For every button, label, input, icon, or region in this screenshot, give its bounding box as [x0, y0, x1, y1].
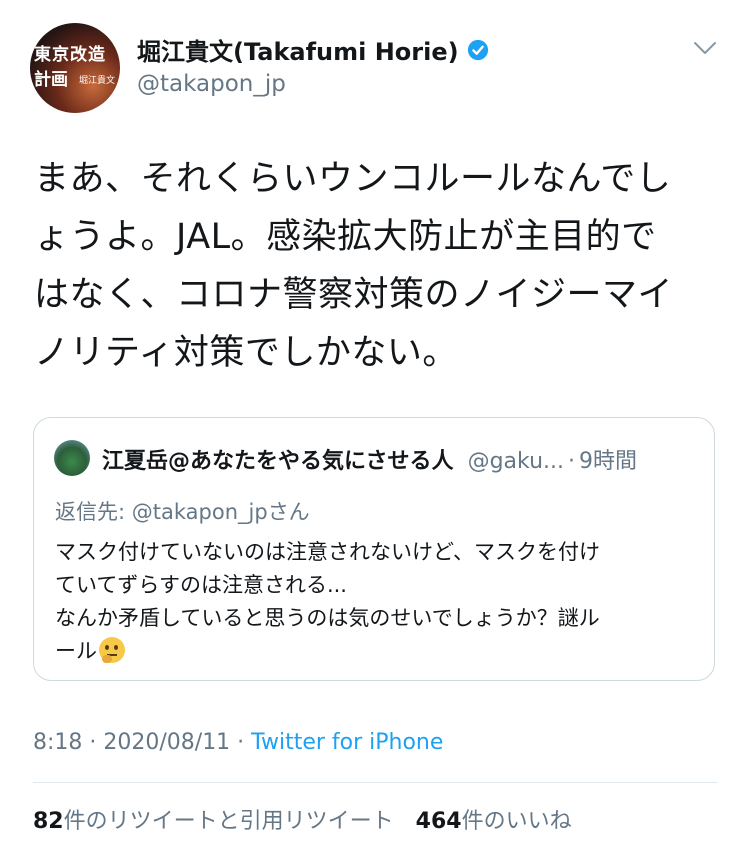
- retweet-label: 件のリツイートと引用リツイート: [63, 809, 394, 834]
- thinking-face-icon: [99, 637, 125, 663]
- divider: [33, 782, 718, 783]
- tweet-source-link[interactable]: Twitter for iPhone: [251, 730, 443, 755]
- tweet-text: まあ、それくらいウンコルールなんでし ょうよ。JAL。感染拡大防止が主目的で は…: [34, 159, 674, 373]
- tweet-stats: 82件のリツイートと引用リツイート 464件のいいね: [33, 803, 572, 835]
- retweet-count: 82: [33, 809, 64, 834]
- author-handle[interactable]: @takapon_jp: [137, 71, 286, 97]
- quoted-author-name: 江夏岳@あなたをやる気にさせる人: [102, 449, 454, 474]
- quoted-author-avatar[interactable]: [54, 440, 90, 476]
- quoted-tweet-text: マスク付けていないのは注意されないけど、マスクを付け ていてずらすのは注意される…: [55, 540, 600, 663]
- name-row: 堀江貴文(Takafumi Horie): [137, 32, 489, 67]
- chevron-down-icon[interactable]: [692, 38, 718, 58]
- quoted-tweet[interactable]: 江夏岳@あなたをやる気にさせる人 @gaku... · 9時間 返信先: @ta…: [33, 417, 715, 681]
- avatar-text-line1: 東京改造: [34, 45, 106, 65]
- quoted-author-handle: @gaku...: [467, 449, 564, 474]
- author-avatar[interactable]: 東京改造 計画 堀江貴文: [30, 23, 120, 113]
- reply-to-suffix: さん: [267, 500, 310, 524]
- avatar-text-small: 堀江貴文: [79, 76, 116, 86]
- verified-badge-icon: [467, 39, 488, 60]
- like-stat[interactable]: 464件のいいね: [416, 809, 572, 834]
- retweet-stat[interactable]: 82件のリツイートと引用リツイート: [33, 809, 394, 834]
- like-label: 件のいいね: [461, 809, 572, 834]
- separator-dot: ·: [568, 449, 575, 474]
- like-count: 464: [415, 809, 462, 834]
- avatar-text-line2: 計画: [34, 70, 68, 90]
- author-display-name[interactable]: 堀江貴文(Takafumi Horie): [137, 32, 459, 67]
- tweet-timestamp[interactable]: 8:18 · 2020/08/11 ·: [33, 730, 251, 755]
- tweet-meta: 8:18 · 2020/08/11 · Twitter for iPhone: [33, 730, 443, 755]
- reply-to-line: 返信先: @takapon_jpさん: [55, 496, 310, 526]
- quoted-tweet-time: 9時間: [579, 449, 637, 474]
- tweet-header: 東京改造 計画 堀江貴文 堀江貴文(Takafumi Horie) @takap…: [30, 20, 720, 116]
- reply-to-label: 返信先:: [55, 500, 132, 524]
- quoted-tweet-body: マスク付けていないのは注意されないけど、マスクを付け ていてずらすのは注意される…: [55, 536, 695, 668]
- quoted-tweet-header: 江夏岳@あなたをやる気にさせる人 @gaku... · 9時間: [102, 443, 637, 475]
- reply-to-mention[interactable]: @takapon_jp: [132, 500, 268, 524]
